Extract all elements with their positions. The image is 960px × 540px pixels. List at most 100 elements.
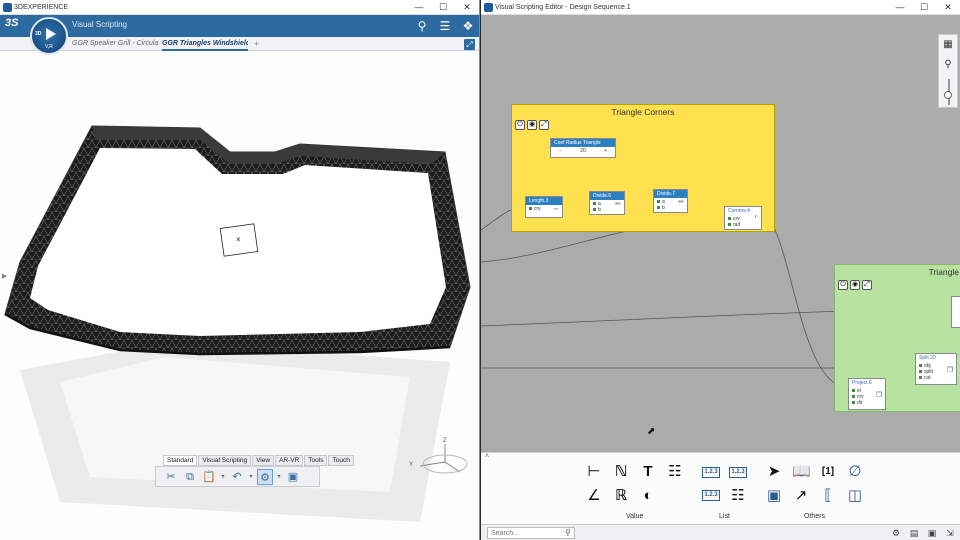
coef-stepper[interactable]: − 20 + bbox=[551, 147, 615, 155]
export-icon[interactable]: ⇲ bbox=[944, 527, 956, 539]
integer-icon[interactable]: ℕ bbox=[612, 463, 630, 481]
input-port[interactable] bbox=[852, 389, 855, 393]
input-port[interactable] bbox=[919, 376, 922, 380]
tab-standard[interactable]: Standard bbox=[163, 455, 198, 466]
input-port[interactable] bbox=[593, 208, 596, 212]
ds-logo-icon: 3S bbox=[5, 17, 19, 29]
update-dropdown-icon[interactable]: ▾ bbox=[276, 469, 282, 485]
minimize-button[interactable]: — bbox=[888, 0, 912, 15]
increment-button[interactable]: + bbox=[604, 147, 607, 155]
settings-icon[interactable]: ⚙ bbox=[890, 527, 902, 539]
boolean-icon[interactable]: ◐ bbox=[639, 487, 657, 505]
visual-scripting-editor: Visual Scripting Editor - Design Sequenc… bbox=[481, 0, 960, 540]
group-icons: ⏻ ◉ ⤢ bbox=[515, 120, 549, 130]
input-port[interactable] bbox=[919, 370, 922, 374]
panel-icon[interactable]: ◫ bbox=[846, 487, 864, 505]
search-input[interactable] bbox=[487, 527, 575, 539]
input-port[interactable] bbox=[919, 364, 922, 368]
expand-icon[interactable]: ⤢ bbox=[464, 39, 475, 50]
zoom-icon[interactable]: ⚲ bbox=[939, 55, 957, 75]
compass-button[interactable]: 3D V,R bbox=[30, 17, 68, 55]
real-icon[interactable]: ℝ bbox=[612, 487, 630, 505]
add-tab-button[interactable]: + bbox=[254, 37, 259, 51]
maximize-button[interactable]: ☐ bbox=[912, 0, 936, 15]
input-port[interactable] bbox=[852, 401, 855, 405]
close-button[interactable]: ✕ bbox=[936, 0, 960, 15]
empty-set-icon[interactable]: ∅ bbox=[846, 463, 864, 481]
tab-tools[interactable]: Tools bbox=[304, 455, 328, 466]
node-coef-radius[interactable]: Coef Radius Triangle − 20 + bbox=[550, 138, 616, 158]
tab-view[interactable]: View bbox=[252, 455, 275, 466]
node-split[interactable]: Split.20 obj split cut ❐ bbox=[915, 353, 957, 385]
node-divide-6[interactable]: Divide.6 a b ✏ bbox=[589, 191, 625, 215]
group-title: Triangle Corners bbox=[611, 107, 675, 117]
list-text-icon[interactable]: ☷ bbox=[729, 487, 747, 505]
image-icon[interactable]: ▣ bbox=[765, 487, 783, 505]
tab-speaker-grill[interactable]: GGR Speaker Grill - Circular bbox=[72, 37, 158, 51]
input-port[interactable] bbox=[852, 395, 855, 399]
bracket-icon[interactable]: ⟦ bbox=[819, 487, 837, 505]
tab-triangles-windshield[interactable]: GGR Triangles Windshield bbox=[162, 37, 248, 51]
power-icon[interactable]: ⏻ bbox=[838, 280, 848, 290]
index-icon[interactable]: [1] bbox=[819, 463, 837, 481]
expand-left-icon[interactable]: ▶ bbox=[2, 272, 7, 280]
paste-dropdown-icon[interactable]: ▾ bbox=[220, 469, 226, 485]
collapse-icon[interactable]: ⤢ bbox=[539, 120, 549, 130]
eye-icon[interactable]: ◉ bbox=[527, 120, 537, 130]
search-icon[interactable]: ⚲ bbox=[565, 528, 571, 537]
node-length[interactable]: Length.3 crv ∽ bbox=[525, 196, 563, 218]
dimension-icon[interactable]: ⊢ bbox=[585, 463, 603, 481]
tag-icon[interactable]: ❖ bbox=[461, 19, 475, 33]
tab-touch[interactable]: Touch bbox=[328, 455, 354, 466]
scissors-icon[interactable]: ✂ bbox=[163, 469, 179, 485]
text-icon[interactable]: T bbox=[639, 463, 657, 481]
node-corners[interactable]: Corners.4 crv rad ⌜ bbox=[724, 206, 762, 230]
experience-window: 3DEXPERIENCE — ☐ ✕ 3S Visual Scripting ⚲… bbox=[0, 0, 480, 540]
palette-section-value: Value bbox=[626, 513, 644, 520]
node-project[interactable]: Project.6 el crv dir ❐ bbox=[848, 378, 886, 410]
graph-icon[interactable]: ▣ bbox=[285, 469, 301, 485]
node-ports: crv ∽ bbox=[526, 205, 562, 213]
tab-ar-vr[interactable]: AR-VR bbox=[275, 455, 304, 466]
collapse-palette-icon[interactable]: ˄ bbox=[485, 453, 489, 460]
input-port[interactable] bbox=[529, 207, 532, 211]
string-icon[interactable]: ☷ bbox=[666, 463, 684, 481]
connect-icon[interactable]: ➤ bbox=[765, 463, 783, 481]
input-port[interactable] bbox=[728, 223, 731, 227]
undo-dropdown-icon[interactable]: ▾ bbox=[248, 469, 254, 485]
list-reverse-icon[interactable]: 1.2.3 bbox=[702, 490, 720, 501]
update-icon[interactable]: ⚙ bbox=[257, 468, 273, 485]
script-canvas[interactable]: Triangle Corners ⏻ ◉ ⤢ Triangle ⏻ ◉ ⤢ Co… bbox=[481, 16, 960, 452]
node-divide-7[interactable]: Divide.7 a b ✏ bbox=[653, 189, 688, 213]
input-port[interactable] bbox=[657, 200, 660, 204]
close-button[interactable]: ✕ bbox=[455, 0, 479, 15]
coef-value[interactable]: 20 bbox=[580, 147, 586, 155]
power-icon[interactable]: ⏻ bbox=[515, 120, 525, 130]
palette-section-others: Others bbox=[804, 513, 826, 520]
eye-icon[interactable]: ◉ bbox=[850, 280, 860, 290]
node-partial[interactable] bbox=[951, 296, 960, 328]
undo-icon[interactable]: ↶ bbox=[229, 469, 245, 485]
book-icon[interactable]: 📖 bbox=[792, 463, 811, 481]
zoom-slider-knob[interactable] bbox=[944, 91, 952, 99]
list-sort-icon[interactable]: 1.2.3 bbox=[729, 467, 747, 478]
map-icon[interactable]: ▦ bbox=[939, 35, 957, 55]
decrement-button[interactable]: − bbox=[559, 147, 562, 155]
collapse-icon[interactable]: ⤢ bbox=[862, 280, 872, 290]
input-port[interactable] bbox=[593, 202, 596, 206]
paste-icon[interactable]: 📋 bbox=[201, 469, 217, 485]
right-titlebar: Visual Scripting Editor - Design Sequenc… bbox=[481, 0, 960, 15]
minimize-button[interactable]: — bbox=[407, 0, 431, 15]
menu-icon[interactable]: ☰ bbox=[438, 19, 452, 33]
search-icon[interactable]: ⚲ bbox=[415, 19, 429, 33]
notes-icon[interactable]: ▤ bbox=[908, 527, 920, 539]
image-icon[interactable]: ▣ bbox=[926, 527, 938, 539]
tab-visual-scripting[interactable]: Visual Scripting bbox=[198, 455, 252, 466]
line-icon[interactable]: ↗ bbox=[792, 487, 810, 505]
list-icon[interactable]: 1.2.3 bbox=[702, 467, 720, 478]
maximize-button[interactable]: ☐ bbox=[431, 0, 455, 15]
input-port[interactable] bbox=[657, 206, 660, 210]
angle-icon[interactable]: ∠ bbox=[585, 487, 603, 505]
input-port[interactable] bbox=[728, 217, 731, 221]
copy-icon[interactable]: ⧉ bbox=[182, 469, 198, 485]
